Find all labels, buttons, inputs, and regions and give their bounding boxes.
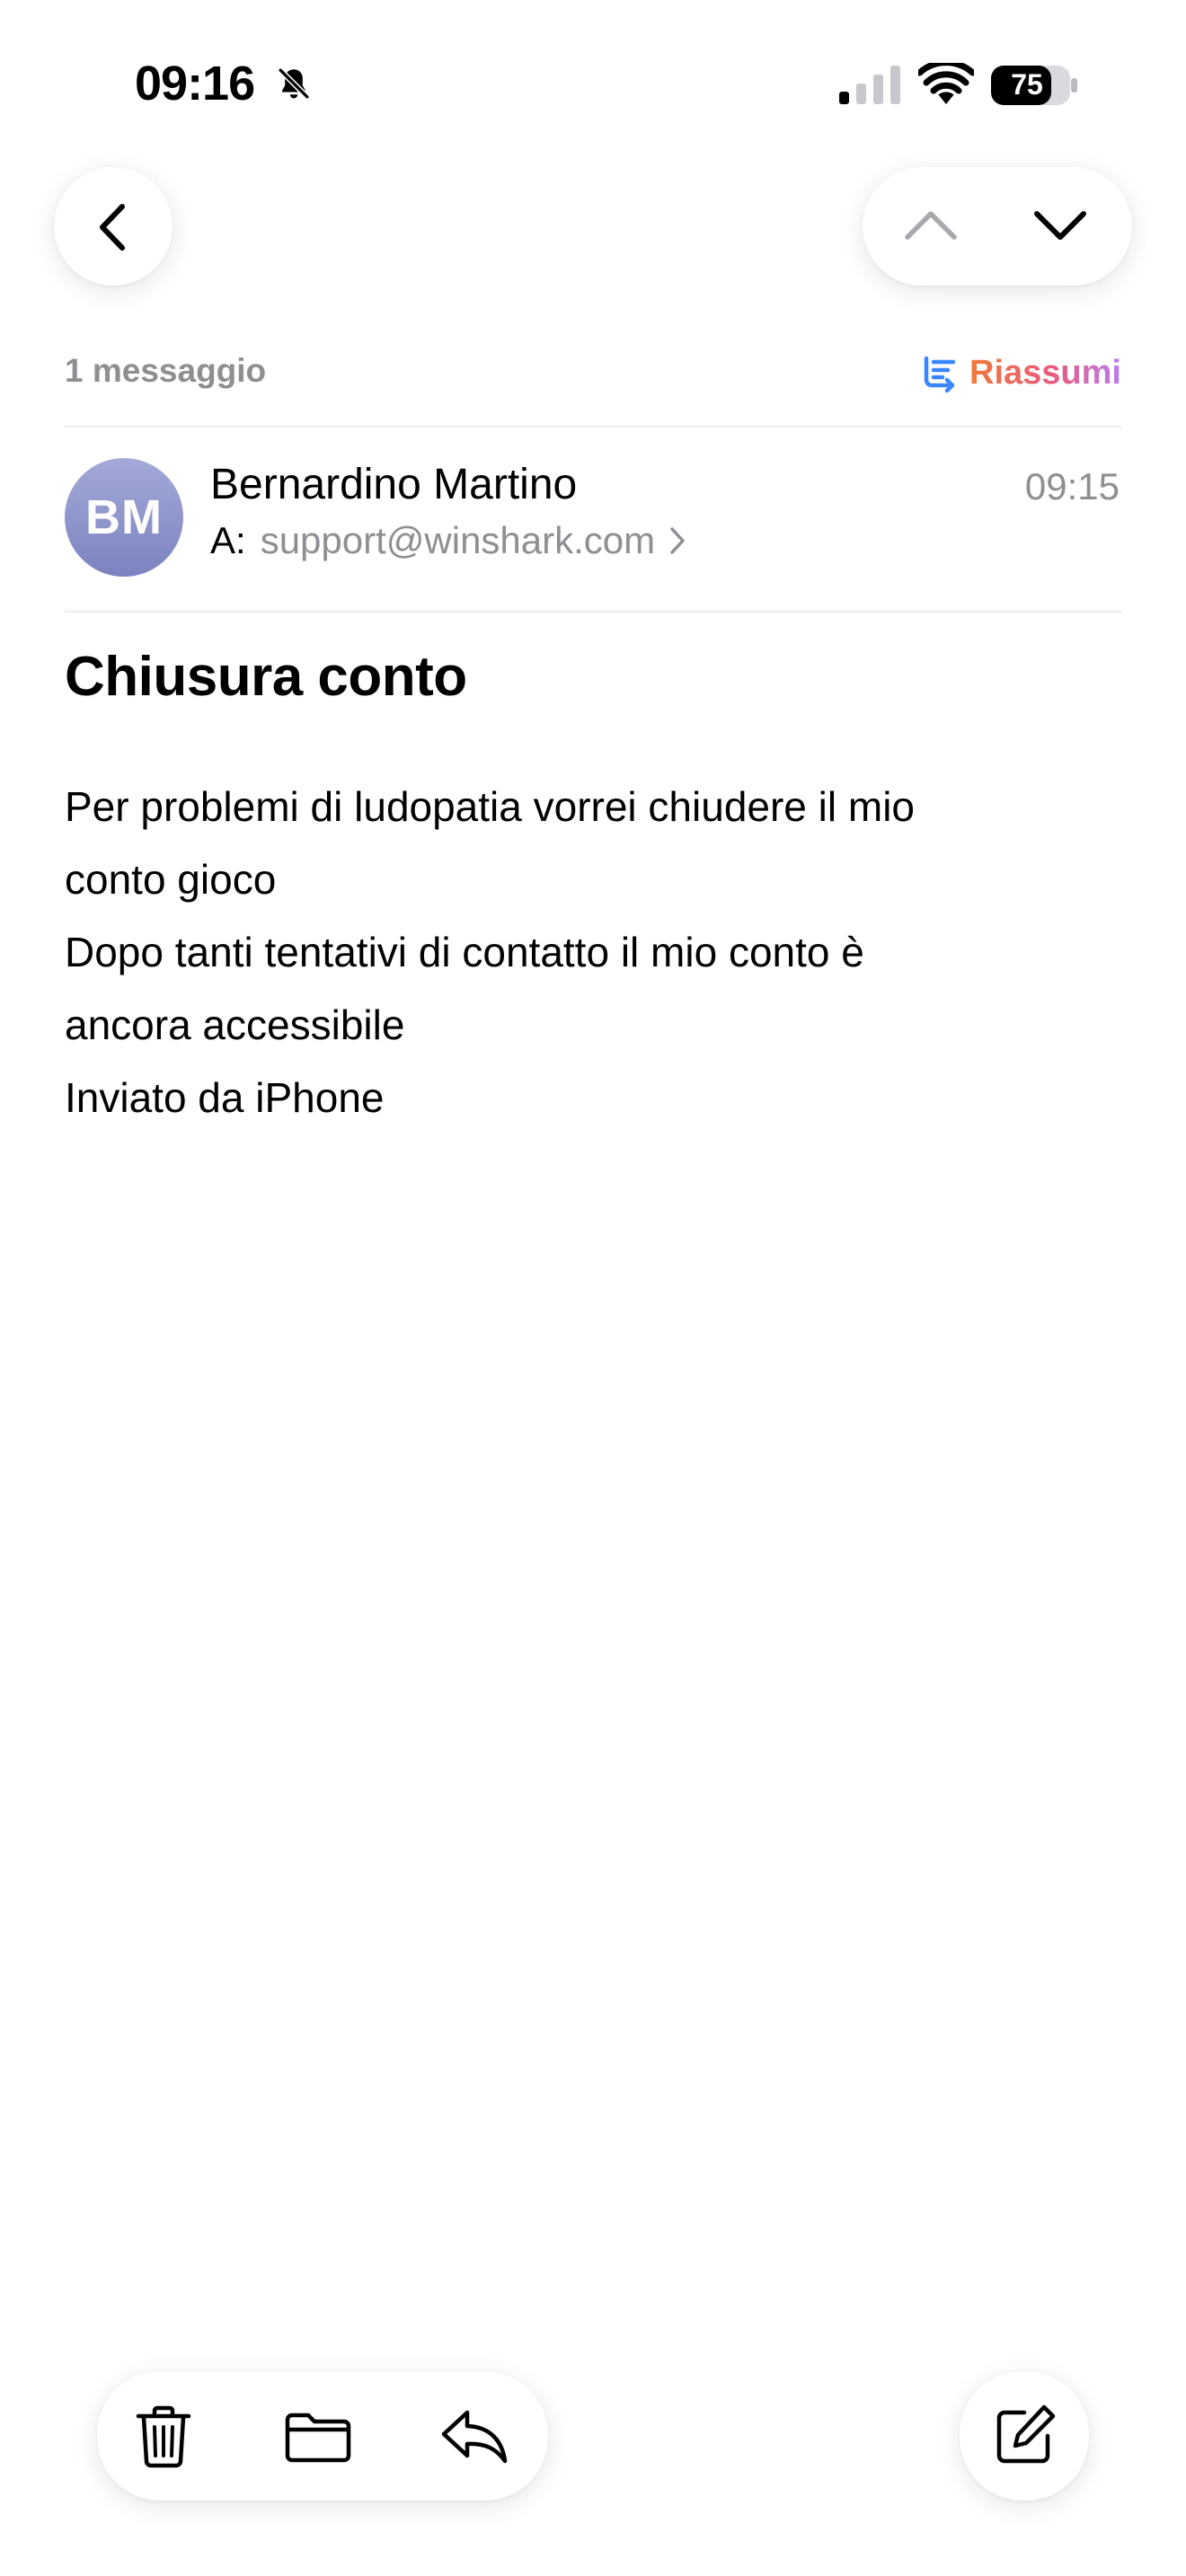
battery-level: 75: [1011, 68, 1043, 101]
cellular-signal-icon: [839, 66, 900, 104]
body-line: ancora accessibile: [65, 1001, 405, 1048]
summarize-icon: [924, 356, 956, 393]
status-bar: 09:16 75: [0, 0, 1186, 171]
trash-icon: [136, 2405, 191, 2468]
email-subject: Chiusura conto: [65, 646, 467, 708]
move-to-folder-button[interactable]: [273, 2391, 363, 2481]
thread-meta: 1 messaggio Riassumi: [65, 352, 1121, 397]
chevron-right-icon: [670, 527, 685, 554]
chevron-left-icon: [100, 204, 125, 251]
signature-line: Inviato da iPhone: [65, 1074, 385, 1121]
recipient-address: support@winshark.com: [260, 519, 656, 561]
body-line: Dopo tanti tentativi di contatto il mio …: [65, 929, 864, 975]
divider: [65, 611, 1121, 613]
folder-icon: [285, 2413, 351, 2463]
sender-name[interactable]: Bernardino Martino: [210, 460, 577, 509]
sent-time: 09:15: [1024, 465, 1120, 507]
next-message-button[interactable]: [997, 167, 1123, 286]
message-navigation: [863, 167, 1132, 286]
status-time: 09:16: [135, 57, 255, 110]
compose-icon: [996, 2404, 1056, 2464]
wifi-icon: [918, 63, 974, 104]
to-label: A:: [210, 519, 246, 561]
back-button[interactable]: [54, 167, 173, 286]
body-line: conto gioco: [65, 856, 277, 903]
email-body: Per problemi di ludopatia vorrei chiuder…: [65, 771, 1125, 1134]
compose-button[interactable]: [960, 2371, 1089, 2501]
chevron-down-icon: [1034, 211, 1086, 240]
bottom-toolbar: [97, 2371, 548, 2501]
battery-icon: 75: [991, 66, 1077, 105]
message-count: 1 messaggio: [65, 352, 267, 389]
summarize-button[interactable]: Riassumi: [921, 350, 1121, 395]
body-line: Per problemi di ludopatia vorrei chiuder…: [65, 783, 916, 830]
reply-button[interactable]: [429, 2391, 519, 2481]
reply-icon: [441, 2410, 508, 2464]
chevron-up-icon: [905, 211, 957, 240]
divider: [65, 426, 1121, 428]
delete-button[interactable]: [119, 2391, 208, 2481]
previous-message-button[interactable]: [872, 167, 988, 286]
sender-avatar[interactable]: BM: [65, 458, 183, 577]
recipient-row[interactable]: A: support@winshark.com: [210, 519, 687, 562]
bell-slash-icon: [277, 66, 311, 101]
summarize-label: Riassumi: [969, 353, 1121, 392]
